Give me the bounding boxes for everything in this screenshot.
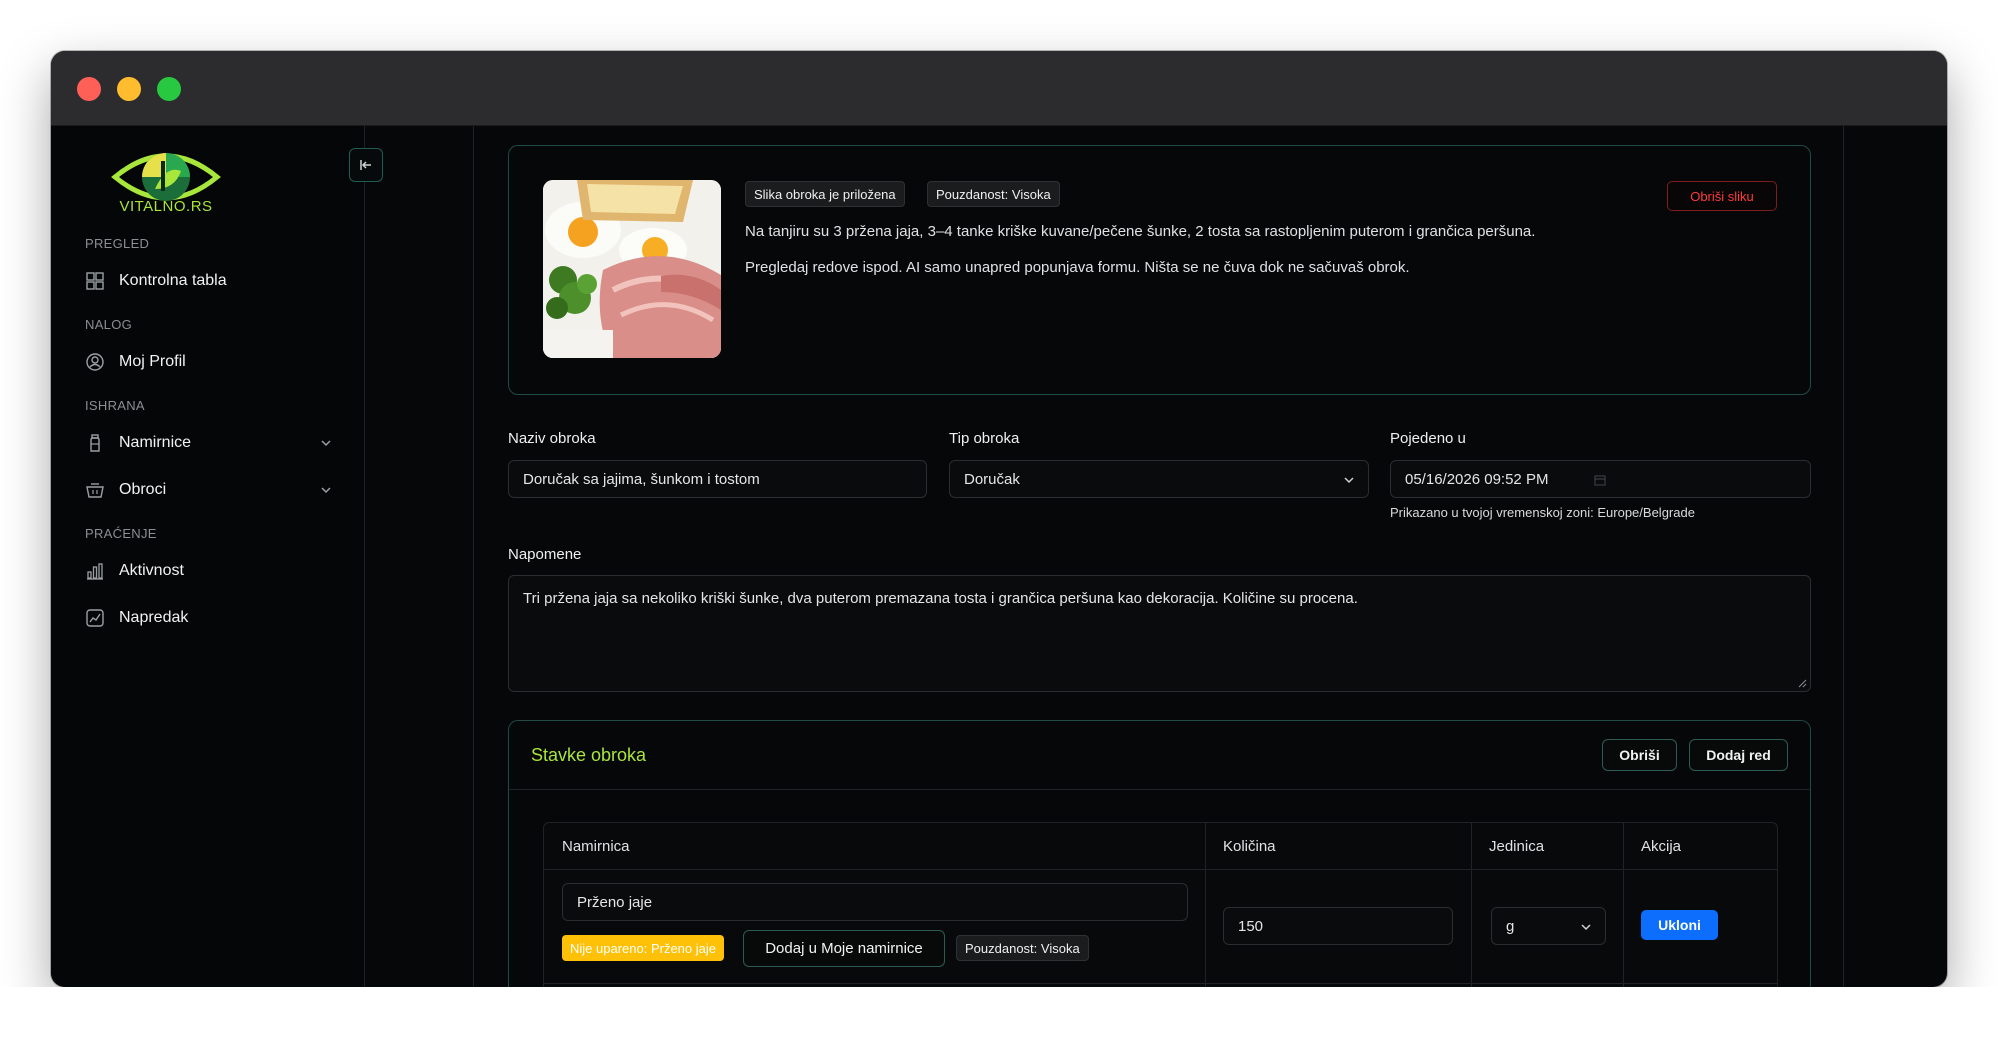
dashboard-icon <box>86 272 104 290</box>
section-label-pregled: PREGLED <box>85 236 150 251</box>
bottle-icon <box>90 434 100 452</box>
content-divider <box>473 126 474 987</box>
sidebar: VITALNO.RS PREGLED Kontrolna tabla NALOG <box>51 126 383 987</box>
card-header-divider <box>509 789 1810 790</box>
title-bar <box>51 51 1947 126</box>
column-header-jedinica: Jedinica <box>1489 837 1545 855</box>
sidebar-item-label: Napredak <box>119 609 189 626</box>
ai-note: Pregledaj redove ispod. AI samo unapred … <box>745 259 1410 276</box>
sidebar-item-napredak[interactable]: Napredak <box>85 601 333 635</box>
sidebar-item-namirnice[interactable]: Namirnice <box>85 426 333 460</box>
content-divider <box>1843 126 1844 987</box>
progress-icon <box>86 609 104 627</box>
meal-name-input[interactable]: Doručak sa jajima, šunkom i tostom <box>508 460 927 498</box>
meal-name-label: Naziv obroka <box>508 430 596 447</box>
column-header-akcija: Akcija <box>1641 837 1682 855</box>
sidebar-item-label: Aktivnost <box>119 562 184 579</box>
section-label-ishrana: ISHRANA <box>85 398 145 413</box>
section-label-pracenje: PRAĆENJE <box>85 526 157 541</box>
sidebar-item-label: Obroci <box>119 481 167 498</box>
image-attached-badge: Slika obroka je priložena <box>745 181 905 207</box>
eaten-at-value: 05/16/2026 09:52 PM <box>1405 470 1549 488</box>
food-name-input[interactable]: Prženo jaje <box>562 883 1188 921</box>
eaten-at-input[interactable]: 05/16/2026 09:52 PM <box>1390 460 1811 498</box>
delete-image-button[interactable]: Obriši sliku <box>1667 181 1777 211</box>
sidebar-item-moj-profil[interactable]: Moj Profil <box>85 345 333 379</box>
collapse-left-icon <box>360 160 371 170</box>
sidebar-item-label: Moj Profil <box>119 353 186 370</box>
meal-type-value: Doručak <box>964 470 1020 488</box>
remove-row-button[interactable]: Ukloni <box>1641 910 1718 940</box>
quantity-input[interactable]: 150 <box>1223 907 1453 945</box>
meal-photo <box>543 180 721 358</box>
sidebar-item-label: Kontrolna tabla <box>119 272 227 289</box>
chevron-down-icon <box>1581 924 1591 931</box>
chevron-down-icon <box>321 487 331 494</box>
confidence-badge: Pouzdanost: Visoka <box>927 181 1060 207</box>
basket-icon <box>86 483 104 498</box>
meal-type-select[interactable]: Doručak <box>949 460 1369 498</box>
window-bottom-edge <box>0 987 1998 1039</box>
sidebar-collapse-button[interactable] <box>349 148 383 182</box>
delete-items-button[interactable]: Obriši <box>1602 739 1677 771</box>
meal-image-card: Slika obroka je priložena Pouzdanost: Vi… <box>508 145 1811 395</box>
ai-description: Na tanjiru su 3 pržena jaja, 3–4 tanke k… <box>745 223 1536 240</box>
header-row-divider <box>544 869 1777 870</box>
calendar-icon[interactable] <box>1594 474 1606 486</box>
eaten-at-label: Pojedeno u <box>1390 430 1466 447</box>
chevron-down-icon <box>321 440 331 447</box>
add-to-my-foods-button[interactable]: Dodaj u Moje namirnice <box>743 930 945 967</box>
meal-items-title: Stavke obroka <box>531 745 647 765</box>
sidebar-item-kontrolna-tabla[interactable]: Kontrolna tabla <box>85 264 333 298</box>
brand-name: VITALNO.RS <box>119 198 213 215</box>
add-row-button[interactable]: Dodaj red <box>1689 739 1788 771</box>
notes-textarea[interactable]: Tri pržena jaja sa nekoliko kriški šunke… <box>508 575 1811 692</box>
section-label-nalog: NALOG <box>85 317 133 332</box>
sidebar-item-label: Namirnice <box>119 434 192 451</box>
meal-type-label: Tip obroka <box>949 430 1020 447</box>
sidebar-item-obroci[interactable]: Obroci <box>85 473 333 507</box>
chevron-down-icon <box>1344 477 1354 484</box>
column-header-kolicina: Količina <box>1223 837 1276 855</box>
meal-photo-image <box>543 180 721 358</box>
timezone-hint: Prikazano u tvojoj vremenskoj zoni: Euro… <box>1390 505 1695 520</box>
resize-handle-icon[interactable] <box>1798 679 1807 688</box>
bar-chart-icon <box>87 563 103 580</box>
user-icon <box>86 353 104 371</box>
column-header-namirnica: Namirnica <box>562 837 630 855</box>
unit-value: g <box>1506 917 1515 935</box>
unit-select[interactable]: g <box>1491 907 1606 945</box>
minimize-window-button[interactable] <box>117 77 141 101</box>
maximize-window-button[interactable] <box>157 77 181 101</box>
notes-value: Tri pržena jaja sa nekoliko kriški šunke… <box>523 590 1358 607</box>
row-confidence-badge: Pouzdanost: Visoka <box>956 935 1089 961</box>
notes-label: Napomene <box>508 546 582 563</box>
row-divider <box>544 983 1777 984</box>
unmatched-badge: Nije upareno: Prženo jaje <box>562 935 724 961</box>
sidebar-item-aktivnost[interactable]: Aktivnost <box>85 554 333 588</box>
close-window-button[interactable] <box>77 77 101 101</box>
